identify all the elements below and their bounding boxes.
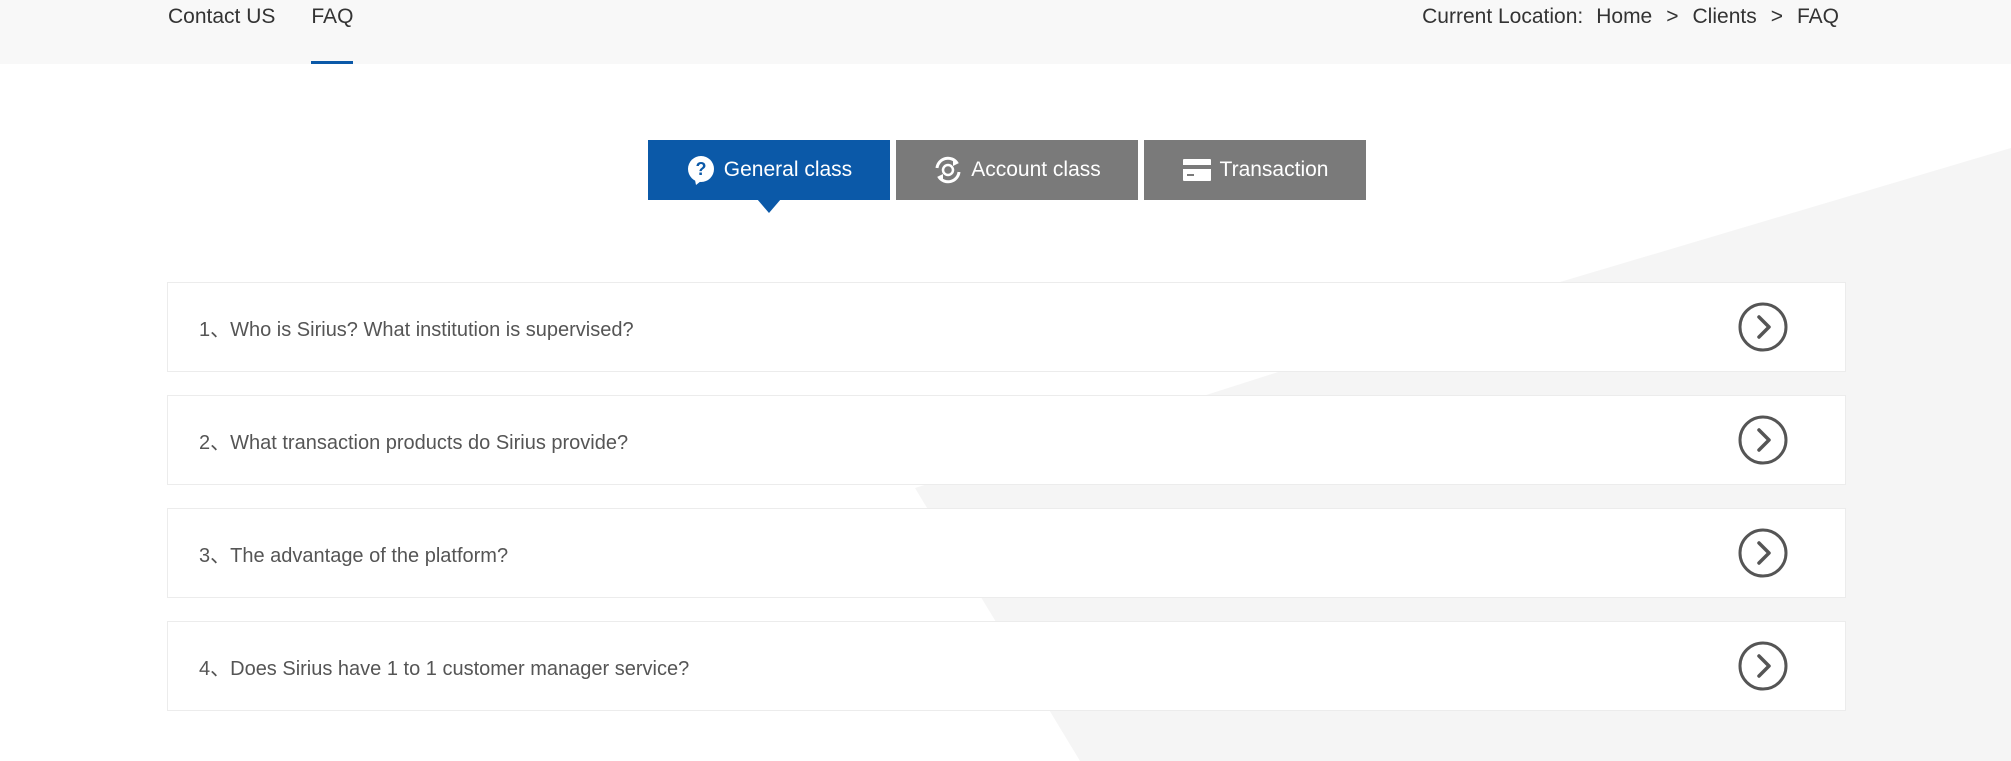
faq-list: 1、Who is Sirius? What institution is sup…: [167, 282, 1846, 734]
chevron-right-circle-icon[interactable]: [1738, 641, 1788, 691]
breadcrumb-clients[interactable]: Clients: [1693, 5, 1757, 29]
card-icon: [1182, 155, 1212, 185]
chevron-right-circle-icon[interactable]: [1738, 302, 1788, 352]
breadcrumb-label: Current Location:: [1422, 5, 1584, 28]
breadcrumb-separator: >: [1770, 5, 1783, 28]
faq-question: 3、The advantage of the platform?: [199, 544, 509, 567]
faq-question: 1、Who is Sirius? What institution is sup…: [199, 318, 634, 341]
faq-category-tabs: ? General class Account class Transactio…: [648, 140, 1372, 213]
tab-account-class[interactable]: Account class: [896, 140, 1138, 200]
account-exchange-icon: [933, 155, 963, 185]
sub-nav: Contact US FAQ: [168, 0, 389, 64]
chevron-right-circle-icon[interactable]: [1738, 528, 1788, 578]
breadcrumb-current-faq: FAQ: [1796, 5, 1839, 28]
tab-label: Transaction: [1219, 158, 1329, 181]
top-bar: Contact US FAQ Current Location: Home > …: [0, 0, 2011, 64]
faq-item[interactable]: 2、What transaction products do Sirius pr…: [167, 395, 1846, 485]
tab-label: Account class: [971, 158, 1101, 181]
faq-item[interactable]: 4、Does Sirius have 1 to 1 customer manag…: [167, 621, 1846, 711]
tab-transaction[interactable]: Transaction: [1144, 140, 1366, 200]
svg-text:?: ?: [695, 159, 706, 179]
faq-question: 2、What transaction products do Sirius pr…: [199, 431, 629, 454]
chevron-right-circle-icon[interactable]: [1738, 415, 1788, 465]
breadcrumb: Current Location: Home > Clients > FAQ: [1422, 0, 1839, 34]
faq-question: 4、Does Sirius have 1 to 1 customer manag…: [199, 657, 690, 680]
breadcrumb-separator: >: [1666, 5, 1679, 28]
faq-item[interactable]: 3、The advantage of the platform?: [167, 508, 1846, 598]
faq-item[interactable]: 1、Who is Sirius? What institution is sup…: [167, 282, 1846, 372]
sub-nav-contact-us[interactable]: Contact US: [168, 0, 275, 64]
sub-nav-faq[interactable]: FAQ: [311, 0, 354, 64]
tab-label: General class: [723, 158, 853, 181]
tab-general-class[interactable]: ? General class: [648, 140, 890, 213]
question-icon: ?: [686, 155, 716, 185]
breadcrumb-home[interactable]: Home: [1596, 5, 1652, 29]
